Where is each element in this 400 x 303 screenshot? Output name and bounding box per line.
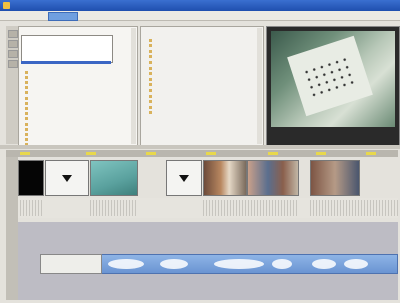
video-editor-window	[0, 0, 400, 303]
file-item[interactable]	[149, 93, 154, 98]
file-item[interactable]	[149, 48, 154, 53]
folder-icon	[25, 106, 28, 110]
file-item[interactable]	[149, 110, 154, 115]
audio-waveform[interactable]	[20, 200, 44, 216]
transition-arrow-icon	[179, 175, 189, 182]
file-item[interactable]	[149, 71, 154, 76]
audio-wave-peak	[272, 259, 292, 269]
folder-icon	[25, 112, 28, 116]
rail-button-1[interactable]	[8, 30, 18, 38]
folder-icon	[149, 77, 152, 81]
timeline-marker[interactable]	[316, 152, 326, 155]
file-item[interactable]	[149, 104, 154, 109]
folder-icon	[149, 55, 152, 59]
audio-wave-peak	[160, 259, 188, 269]
video-clip[interactable]	[203, 160, 247, 196]
folder-icon	[25, 127, 28, 131]
folder-icon	[25, 91, 28, 95]
title-bar	[0, 0, 400, 11]
folder-icon	[149, 60, 152, 64]
folder-icon	[149, 49, 152, 53]
file-item[interactable]	[149, 99, 154, 104]
folder-icon	[149, 100, 152, 104]
preview-monitor	[266, 26, 400, 146]
video-clip[interactable]	[90, 160, 138, 196]
timeline-marker[interactable]	[146, 152, 156, 155]
transition-arrow-icon	[62, 175, 72, 182]
folder-icon	[149, 105, 152, 109]
folder-icon	[25, 80, 28, 84]
file-item[interactable]	[149, 82, 154, 87]
folder-icon	[25, 138, 28, 142]
file-item[interactable]	[149, 87, 154, 92]
rail-button-2[interactable]	[8, 40, 18, 48]
folder-icon	[25, 96, 28, 100]
track-headers	[6, 157, 18, 300]
audio-clip-header[interactable]	[40, 254, 102, 274]
app-icon	[3, 2, 10, 9]
selected-folder-highlight[interactable]	[21, 61, 111, 64]
file-item[interactable]	[149, 37, 154, 42]
timeline-marker[interactable]	[206, 152, 216, 155]
folder-icon	[149, 38, 152, 42]
media-files-panel	[140, 26, 264, 146]
rail-button-4[interactable]	[8, 60, 18, 68]
file-item[interactable]	[149, 59, 154, 64]
audio-wave-peak	[214, 259, 264, 269]
browser-tool-rail	[6, 26, 18, 144]
folder-icon	[25, 101, 28, 105]
tree-scrollbar[interactable]	[131, 28, 136, 144]
video-clip[interactable]	[247, 160, 299, 196]
preview-frame	[271, 31, 395, 127]
folder-icon	[149, 88, 152, 92]
preview-paper-object	[287, 35, 373, 117]
video-clip-black[interactable]	[18, 160, 44, 196]
timeline-ruler[interactable]	[6, 150, 398, 157]
file-item[interactable]	[149, 43, 154, 48]
folder-icon	[25, 75, 28, 79]
folder-icon	[149, 111, 152, 115]
panel-divider[interactable]	[0, 145, 400, 149]
folder-icon	[25, 132, 28, 136]
file-item[interactable]	[149, 76, 154, 81]
folder-icon	[25, 86, 28, 90]
audio-waveform[interactable]	[90, 200, 138, 216]
folder-icon	[25, 122, 28, 126]
rail-button-3[interactable]	[8, 50, 18, 58]
folder-icon	[149, 66, 152, 70]
timeline-marker[interactable]	[366, 152, 376, 155]
folder-icon	[149, 94, 152, 98]
folder-icon	[25, 70, 28, 74]
transition-clip[interactable]	[166, 160, 202, 196]
folder-icon	[149, 44, 152, 48]
active-workspace-tab[interactable]	[48, 12, 78, 21]
files-scrollbar[interactable]	[257, 28, 262, 144]
folder-icon	[25, 117, 28, 121]
audio-waveform[interactable]	[203, 200, 299, 216]
audio-wave-peak	[312, 259, 336, 269]
audio-wave-peak	[108, 259, 144, 269]
audio-wave-peak	[344, 259, 368, 269]
timeline-marker[interactable]	[86, 152, 96, 155]
folder-icon	[149, 72, 152, 76]
folder-selection-box[interactable]	[21, 35, 113, 63]
preview-pattern	[301, 54, 359, 98]
timeline-marker[interactable]	[20, 152, 30, 155]
transition-clip[interactable]	[45, 160, 89, 196]
audio-waveform[interactable]	[310, 200, 398, 216]
file-item[interactable]	[149, 65, 154, 70]
file-item[interactable]	[149, 54, 154, 59]
folder-tree-panel	[18, 26, 138, 147]
timeline-marker[interactable]	[268, 152, 278, 155]
video-clip[interactable]	[310, 160, 360, 196]
folder-icon	[149, 83, 152, 87]
